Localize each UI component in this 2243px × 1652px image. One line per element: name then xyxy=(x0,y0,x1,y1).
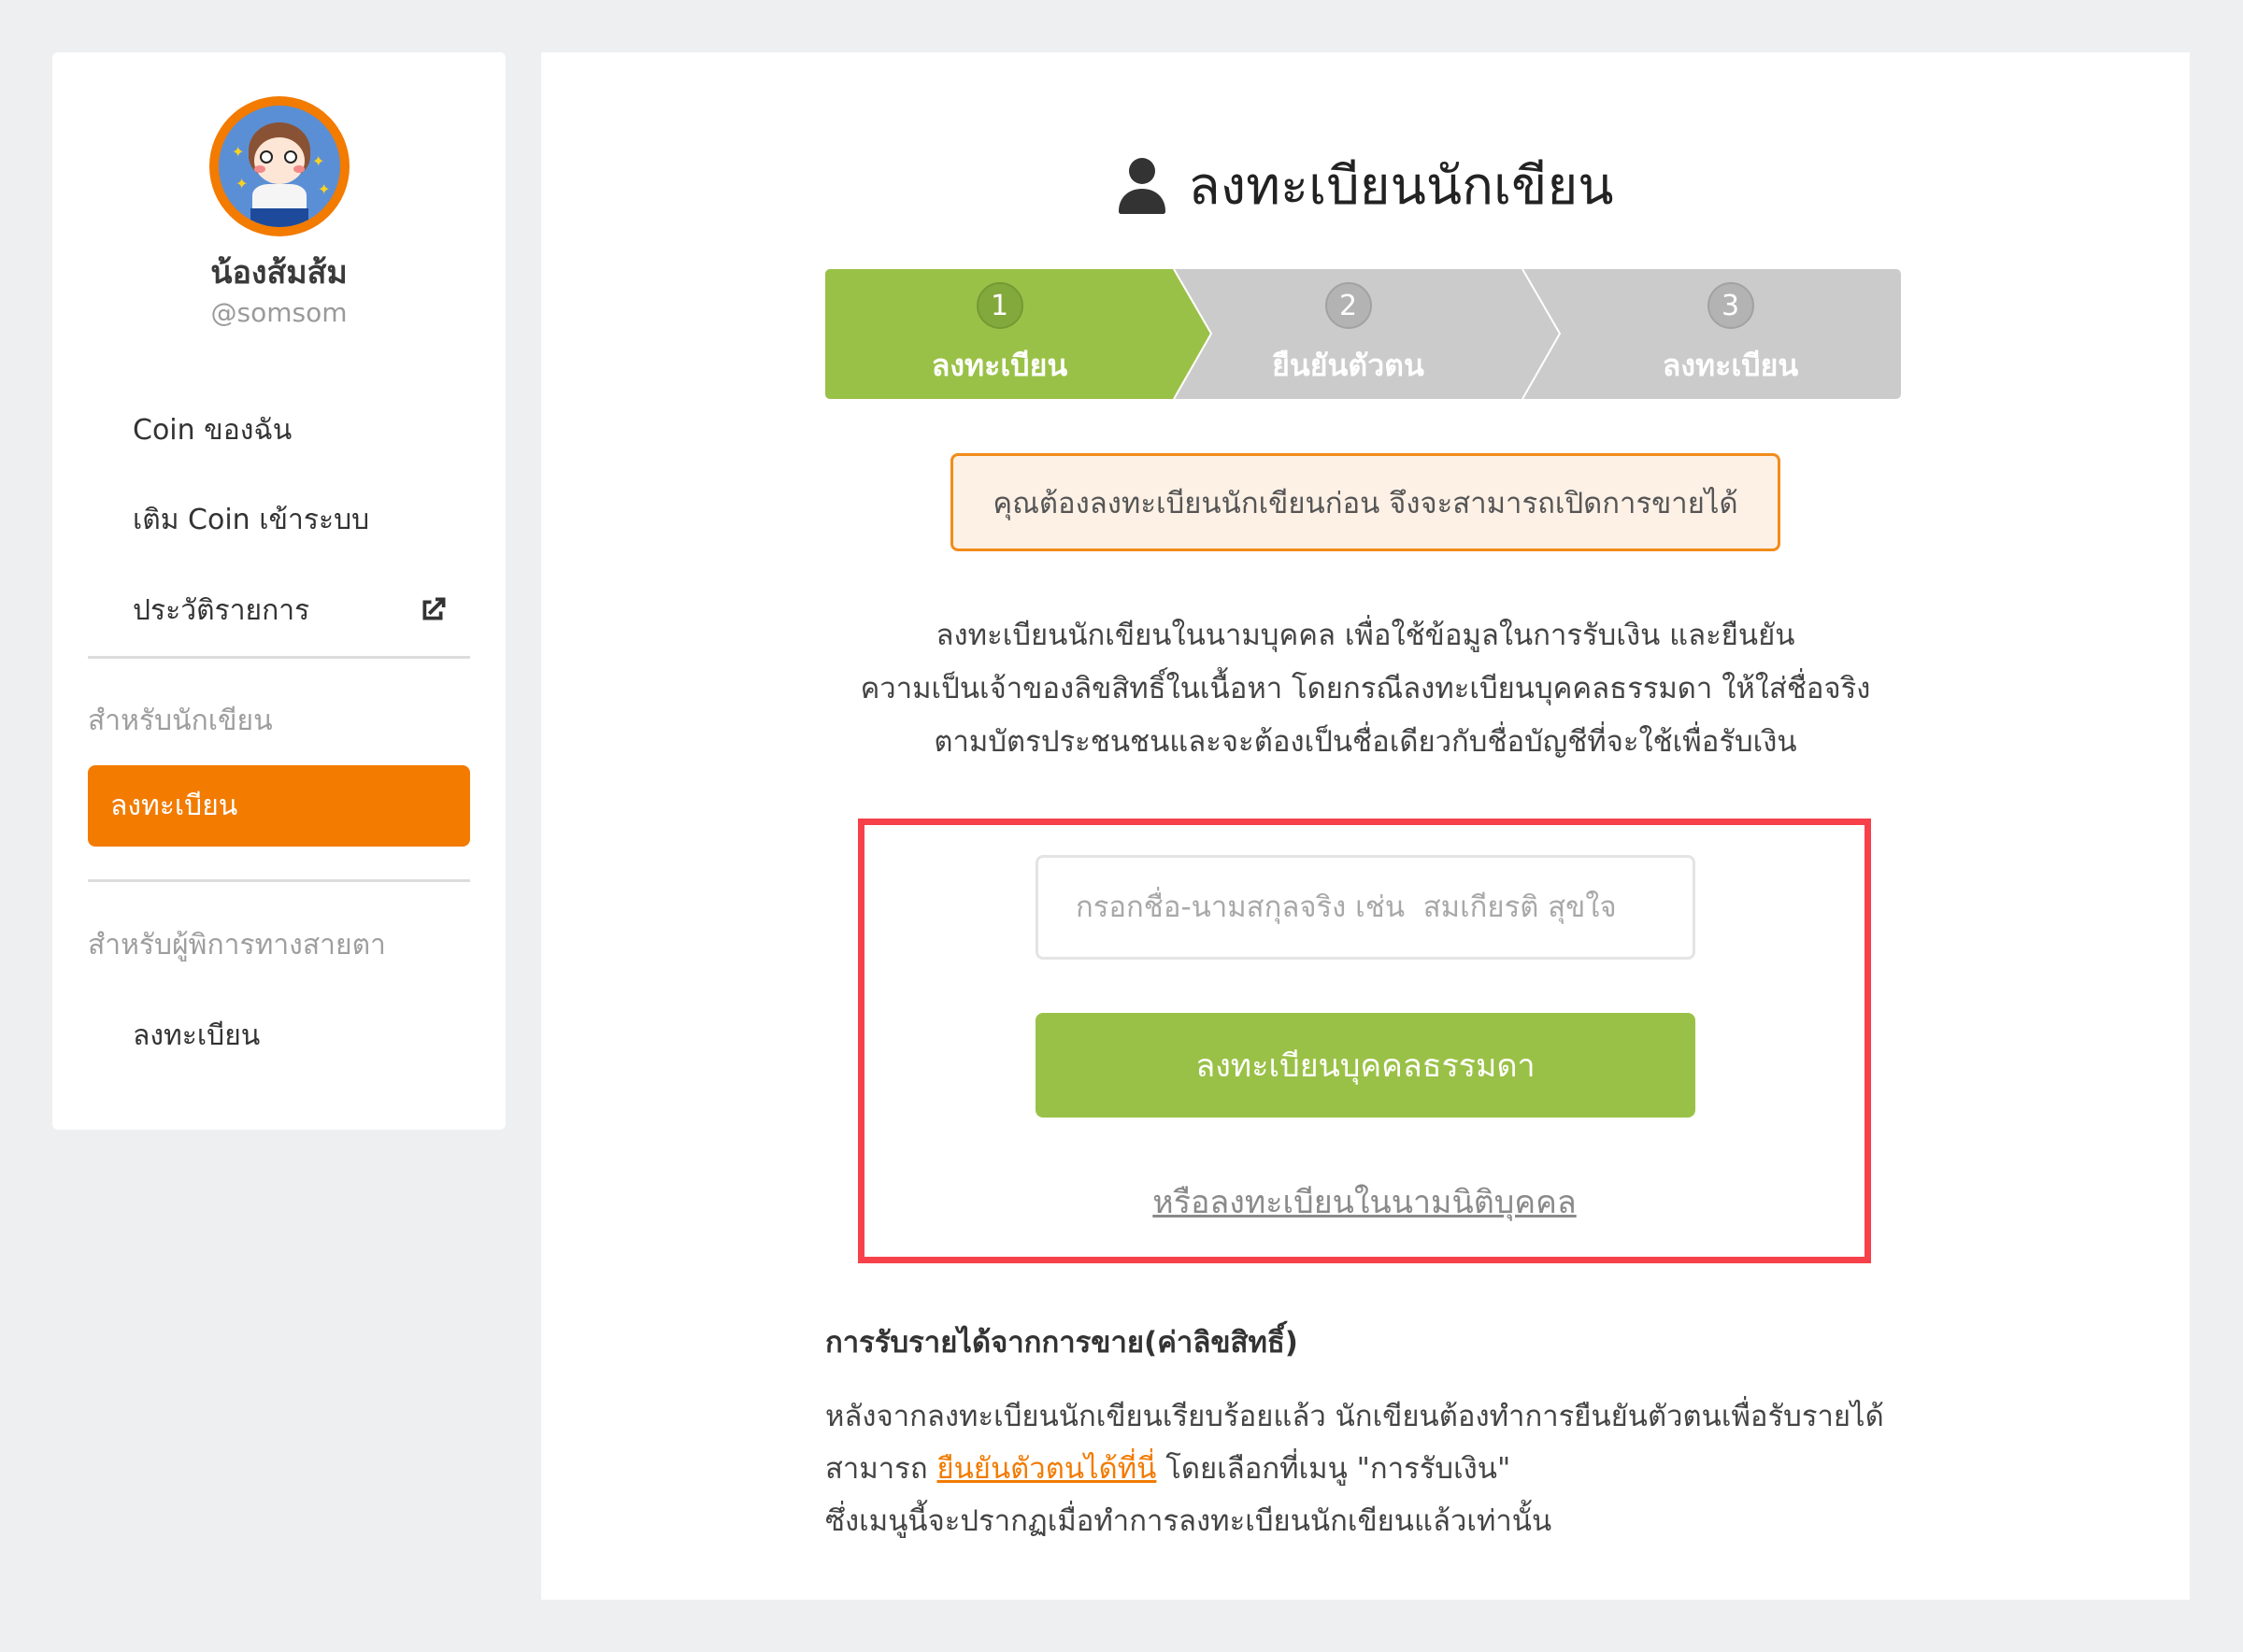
income-line: หลังจากลงทะเบียนนักเขียนเรียบร้อยแล้ว นั… xyxy=(825,1400,1884,1433)
income-section-title: การรับรายได้จากการขาย(ค่าลิขสิทธิ์) xyxy=(825,1326,1298,1360)
menu-item-label: ลงทะเบียน xyxy=(133,1018,261,1052)
verify-identity-link[interactable]: ยืนยันตัวตนได้ที่นี่ xyxy=(936,1452,1156,1486)
sidebar-divider xyxy=(88,879,470,882)
income-section-body: หลังจากลงทะเบียนนักเขียนเรียบร้อยแล้ว นั… xyxy=(825,1390,1884,1547)
avatar-eye xyxy=(284,150,297,164)
page-title-text: ลงทะเบียนนักเขียน xyxy=(1188,156,1614,217)
step-1[interactable]: 1 ลงทะเบียน xyxy=(825,269,1174,399)
income-line-prefix: สามารถ xyxy=(825,1452,937,1486)
step-number-badge: 2 xyxy=(1324,282,1372,329)
step-number-badge: 3 xyxy=(1707,282,1754,329)
description-line: ลงทะเบียนนักเขียนในนามบุคคล เพื่อใช้ข้อม… xyxy=(936,619,1795,652)
step-label: ยืนยันตัวตน xyxy=(1272,348,1424,383)
menu-item-label: ลงทะเบียน xyxy=(110,790,238,822)
income-line: สามารถ ยืนยันตัวตนได้ที่นี่ โดยเลือกที่เ… xyxy=(825,1443,1884,1495)
stepper: 1 ลงทะเบียน 2 ยืนยันตัวตน 3 ลงทะเบียน xyxy=(825,269,1901,399)
avatar[interactable]: ✦ ✦ ✦ ✦ xyxy=(209,96,350,236)
user-display-name: น้องส้มส้ม xyxy=(210,254,348,292)
step-label: ลงทะเบียน xyxy=(931,348,1068,383)
page-title: ลงทะเบียนนักเขียน xyxy=(541,144,2190,227)
registration-required-alert: คุณต้องลงทะเบียนนักเขียนก่อน จึงจะสามารถ… xyxy=(950,453,1780,551)
description-line: ความเป็นเจ้าของลิขสิทธิ์ในเนื้อหา โดยกรณ… xyxy=(860,672,1871,705)
step-label: ลงทะเบียน xyxy=(1662,348,1799,383)
registration-form-highlight: ลงทะเบียนบุคคลธรรมดา หรือลงทะเบียนในนามน… xyxy=(858,819,1871,1263)
income-line: ซึ่งเมนูนี้จะปรากฏเมื่อทำการลงทะเบียนนัก… xyxy=(825,1504,1552,1538)
sidebar: ✦ ✦ ✦ ✦ น้องส้มส้ม @somsom Coin ของฉัน เ… xyxy=(52,52,506,1130)
sparkle-icon: ✦ xyxy=(318,180,331,198)
sparkle-icon: ✦ xyxy=(312,152,325,170)
user-handle: @somsom xyxy=(210,297,348,328)
main-panel: ลงทะเบียนนักเขียน 1 ลงทะเบียน 2 ยืนยันตั… xyxy=(541,52,2190,1600)
menu-item-topup-coin[interactable]: เติม Coin เข้าระบบ xyxy=(110,491,472,548)
menu-item-label: เติม Coin เข้าระบบ xyxy=(133,503,370,536)
menu-item-writer-register[interactable]: ลงทะเบียน xyxy=(88,765,470,847)
full-name-input[interactable] xyxy=(1036,855,1695,960)
menu-item-label: ประวัติรายการ xyxy=(133,593,310,627)
menu-item-my-coin[interactable]: Coin ของฉัน xyxy=(110,402,472,458)
registration-description: ลงทะเบียนนักเขียนในนามบุคคล เพื่อใช้ข้อม… xyxy=(728,609,2003,769)
step-3[interactable]: 3 ลงทะเบียน xyxy=(1522,269,1901,399)
section-label-writers: สำหรับนักเขียน xyxy=(88,705,273,737)
description-line: ตามบัตรประชนชนและจะต้องเป็นชื่อเดียวกับช… xyxy=(934,725,1797,759)
external-link-icon xyxy=(422,597,446,620)
sparkle-icon: ✦ xyxy=(232,143,245,161)
menu-item-label: Coin ของฉัน xyxy=(133,413,293,447)
income-line-suffix: โดยเลือกที่เมนู "การรับเงิน" xyxy=(1156,1452,1511,1486)
avatar-image: ✦ ✦ ✦ ✦ xyxy=(219,106,340,227)
avatar-eye xyxy=(260,150,273,164)
sidebar-divider xyxy=(88,656,470,659)
section-label-visually-impaired: สำหรับผู้พิการทางสายตา xyxy=(88,929,386,961)
menu-item-blind-register[interactable]: ลงทะเบียน xyxy=(110,1007,472,1063)
sparkle-icon: ✦ xyxy=(236,175,249,192)
step-2[interactable]: 2 ยืนยันตัวตน xyxy=(1174,269,1522,399)
avatar-blush xyxy=(293,165,305,173)
register-individual-button[interactable]: ลงทะเบียนบุคคลธรรมดา xyxy=(1036,1013,1695,1118)
menu-item-history[interactable]: ประวัติรายการ xyxy=(110,582,472,638)
register-juristic-link[interactable]: หรือลงทะเบียนในนามนิติบุคคล xyxy=(864,1176,1864,1227)
step-number-badge: 1 xyxy=(976,282,1023,329)
avatar-blush xyxy=(254,165,265,173)
avatar-skirt xyxy=(250,208,308,227)
user-icon xyxy=(1119,157,1166,214)
